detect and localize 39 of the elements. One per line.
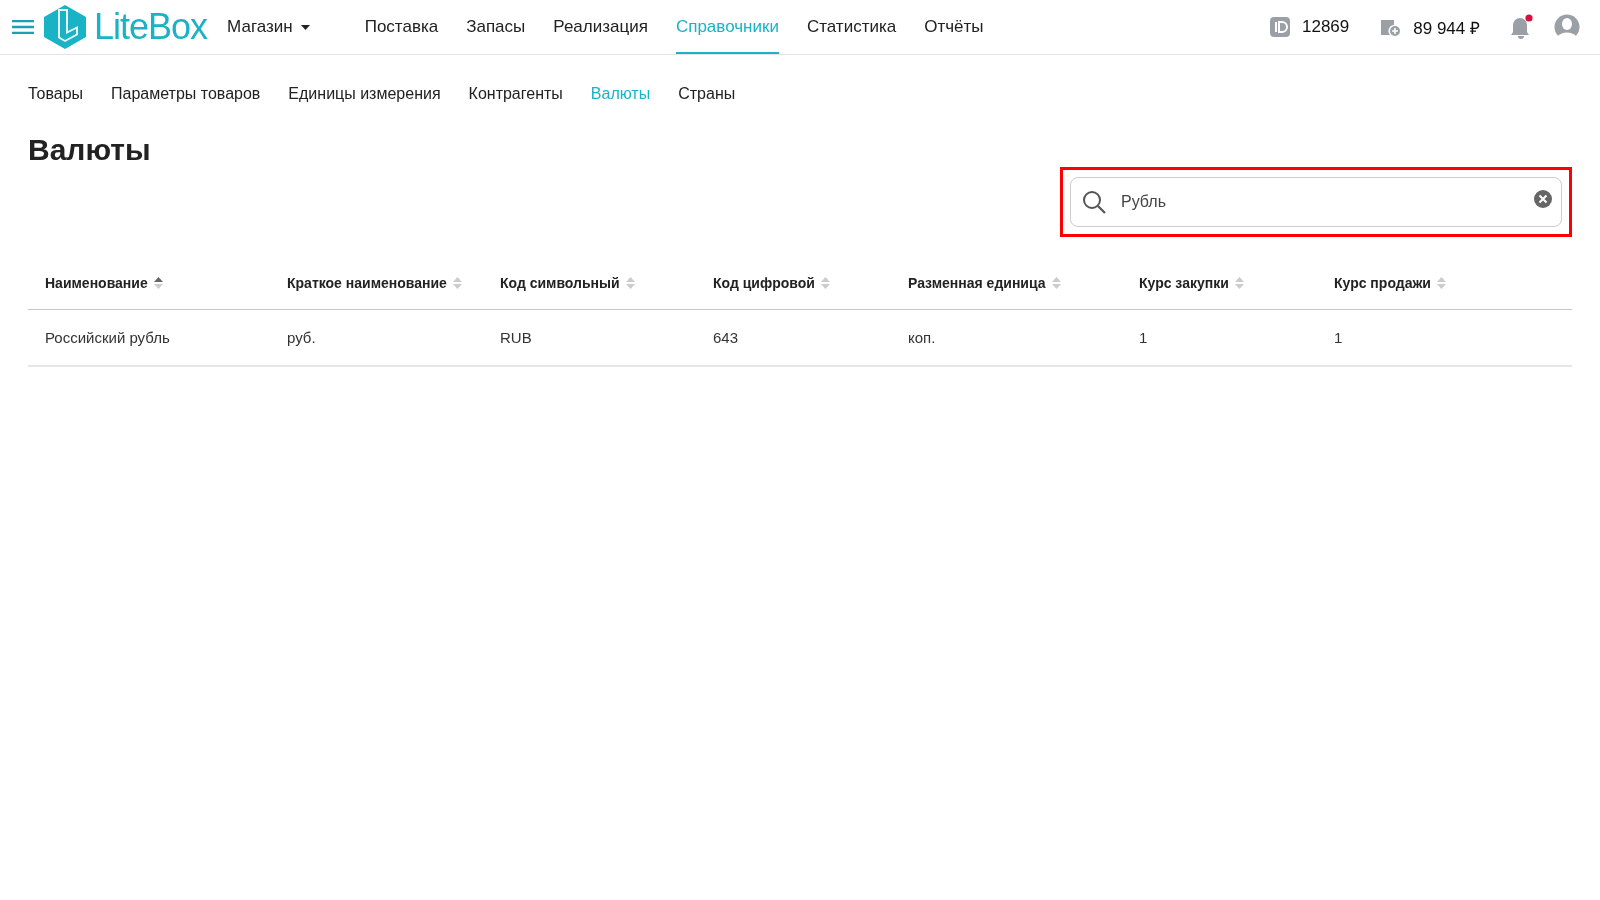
column-header: Курс закупки xyxy=(1139,275,1229,291)
menu-icon[interactable] xyxy=(12,20,34,34)
column-header: Краткое наименование xyxy=(287,275,447,291)
store-dropdown[interactable]: Магазин xyxy=(227,17,310,37)
table-cell-text: RUB xyxy=(500,329,533,346)
column-header: Наименование xyxy=(45,275,148,291)
user-avatar-icon[interactable] xyxy=(1554,14,1580,40)
column-header: Код цифровой xyxy=(713,275,815,291)
logo-icon xyxy=(44,5,86,49)
nav-tab[interactable]: Реализация xyxy=(553,0,648,54)
bell-icon[interactable] xyxy=(1510,14,1534,40)
search-field[interactable]: Рубль xyxy=(1070,177,1562,227)
table-cell-text: 643 xyxy=(713,329,740,346)
id-icon xyxy=(1270,17,1290,37)
nav-tab[interactable]: Отчёты xyxy=(924,0,984,54)
subnav-tab[interactable]: Параметры товаров xyxy=(111,85,261,103)
table-cell-text: руб. xyxy=(287,329,317,346)
column-header: Разменная единица xyxy=(908,275,1046,291)
sort-icon[interactable] xyxy=(152,275,164,291)
balance: 89 944 ₽ xyxy=(1413,17,1480,39)
column-header: Код символьный xyxy=(500,275,620,291)
logo-text: LiteBox xyxy=(94,6,208,48)
table-cell-text: 1 xyxy=(1334,329,1344,346)
account-id: 12869 xyxy=(1302,17,1350,37)
subnav-tab[interactable]: Контрагенты xyxy=(468,85,563,103)
table-cell-text: коп. xyxy=(908,329,937,346)
nav-tab[interactable]: Статистика xyxy=(806,0,897,54)
subnav-tab[interactable]: Единицы измерения xyxy=(288,85,441,103)
caret-icon xyxy=(300,24,310,30)
table-cell-text: 1 xyxy=(1139,329,1149,346)
clear-icon[interactable] xyxy=(1534,190,1552,208)
nav-tab[interactable]: Поставка xyxy=(364,0,439,54)
page-title: Валюты xyxy=(28,133,152,167)
nav-tab[interactable]: Запасы xyxy=(466,0,526,54)
table-cell-text: Российский рубль xyxy=(45,329,171,346)
search-icon xyxy=(1082,190,1106,214)
subnav-tab[interactable]: Товары xyxy=(28,85,84,103)
subnav-tab[interactable]: Страны xyxy=(678,85,736,103)
column-header: Курс продажи xyxy=(1334,275,1431,291)
